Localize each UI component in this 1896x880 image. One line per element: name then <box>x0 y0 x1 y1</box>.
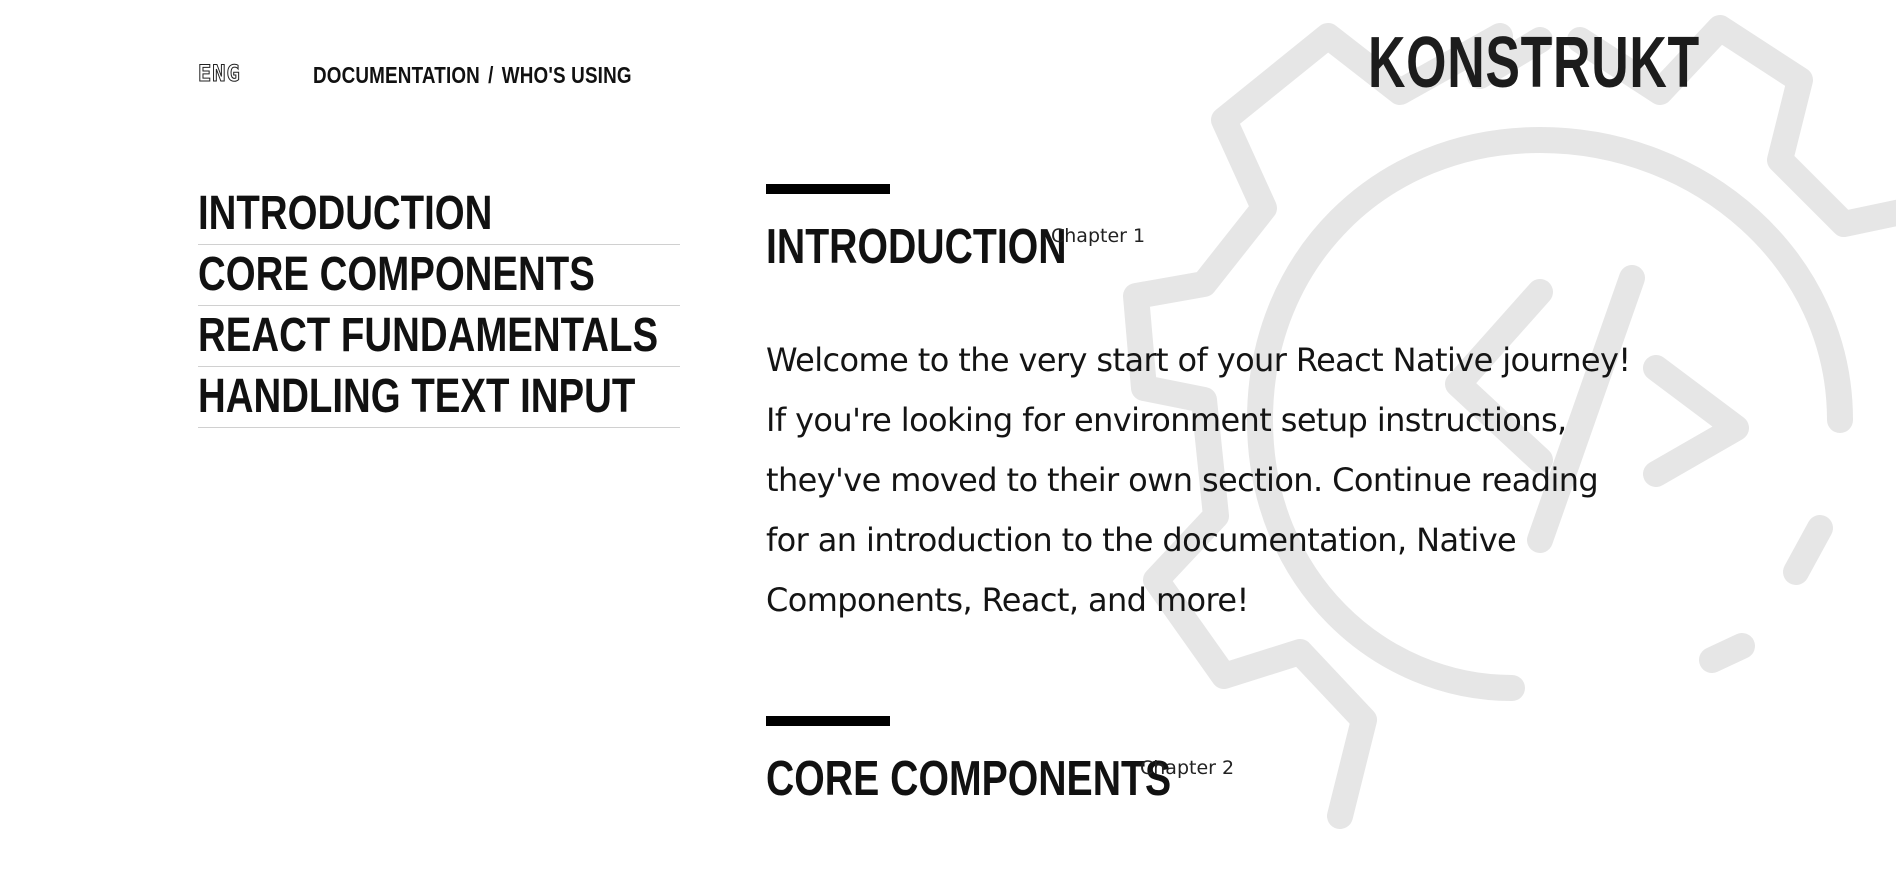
nav-separator: / <box>488 62 494 88</box>
chapter-number-label: Chapter 2 <box>1140 757 1235 779</box>
chapter-intro-paragraph: Welcome to the very start of your React … <box>766 341 1631 619</box>
sidebar-item-label: INTRODUCTION <box>198 187 493 240</box>
chapter-number-label: Chapter 1 <box>1051 225 1146 247</box>
sidebar-item-label: HANDLING TEXT INPUT <box>198 370 636 423</box>
sidebar-toc: INTRODUCTION CORE COMPONENTS REACT FUNDA… <box>198 184 680 428</box>
sidebar-item-label: REACT FUNDAMENTALS <box>198 309 659 362</box>
sidebar-item-introduction[interactable]: INTRODUCTION <box>198 184 680 245</box>
chapter-divider-bar <box>766 184 890 194</box>
sidebar-item-core-components[interactable]: CORE COMPONENTS <box>198 245 680 306</box>
sidebar-item-handling-text-input[interactable]: HANDLING TEXT INPUT <box>198 367 680 428</box>
sidebar-item-react-fundamentals[interactable]: REACT FUNDAMENTALS <box>198 306 680 367</box>
language-switch[interactable]: ENG <box>198 62 241 88</box>
chapter-title: INTRODUCTION <box>766 220 1067 274</box>
sidebar-item-label: CORE COMPONENTS <box>198 248 595 301</box>
chapter-title: CORE COMPONENTS <box>766 752 1172 806</box>
nav-documentation-link[interactable]: DOCUMENTATION <box>313 62 480 88</box>
logo[interactable]: KONSTRUKT <box>1368 27 1700 99</box>
nav-whos-using-link[interactable]: WHO'S USING <box>502 62 632 88</box>
top-nav: DOCUMENTATION / WHO'S USING <box>313 62 632 89</box>
chapter-divider-bar <box>766 716 890 726</box>
